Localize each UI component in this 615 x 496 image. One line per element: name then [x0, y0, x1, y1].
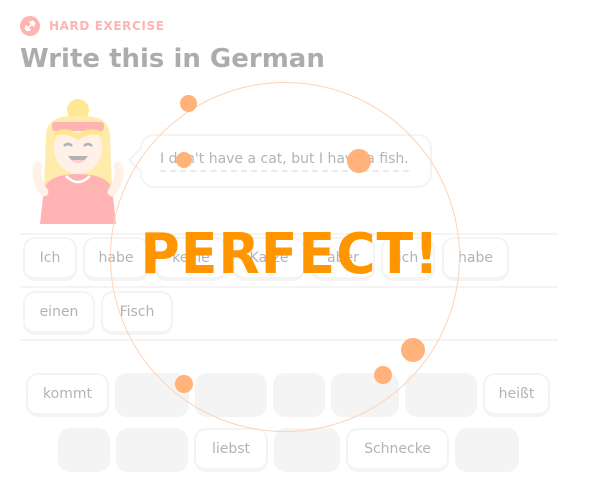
dumbbell-icon	[20, 16, 40, 36]
badge-label: HARD EXERCISE	[49, 19, 165, 33]
confetti-dot	[180, 95, 197, 112]
word-bank-tile[interactable]: heißt	[483, 373, 550, 417]
word-bank-slot-empty	[405, 373, 477, 417]
word-bank-slot-empty	[58, 428, 110, 472]
confetti-dot	[374, 366, 392, 384]
exercise-badge: HARD EXERCISE	[20, 16, 165, 36]
confetti-dot	[175, 375, 193, 393]
character-illustration	[28, 96, 128, 226]
lesson-screen: HARD EXERCISE Write this in German I don…	[0, 0, 615, 496]
confetti-dot	[401, 338, 425, 362]
word-bank-tile[interactable]: kommt	[26, 373, 109, 417]
word-bank-slot-empty	[116, 428, 188, 472]
perfect-feedback-text: PERFECT!	[140, 222, 440, 287]
confetti-dot	[176, 152, 192, 168]
word-bank-slot-empty	[455, 428, 519, 472]
word-bank-tile[interactable]: liebst	[194, 428, 268, 472]
word-bank-slot-empty	[274, 428, 340, 472]
answer-tile[interactable]: einen	[23, 291, 95, 335]
confetti-dot	[347, 149, 371, 173]
page-title: Write this in German	[20, 44, 325, 74]
word-bank-tile[interactable]: Schnecke	[346, 428, 449, 472]
